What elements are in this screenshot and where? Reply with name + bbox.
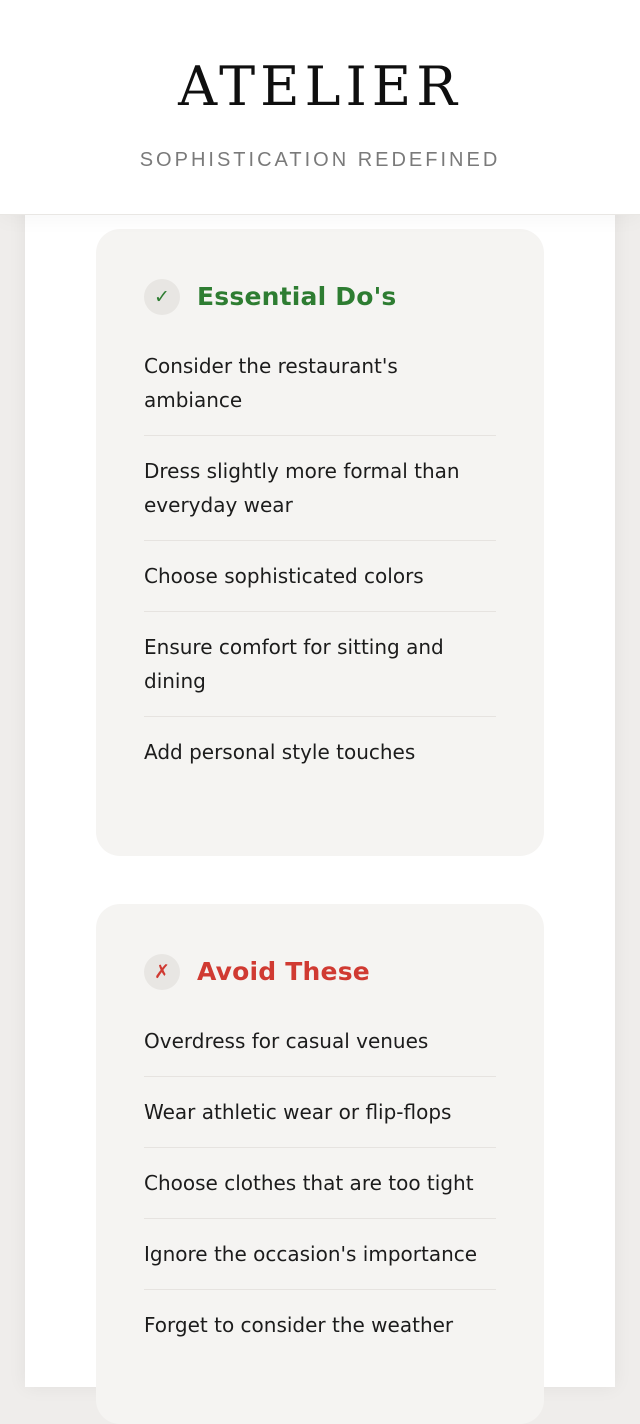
list-item: Ensure comfort for sitting and dining	[144, 612, 496, 717]
site-header: ATELIER SOPHISTICATION REDEFINED	[0, 0, 640, 215]
dos-list: Consider the restaurant's ambiance Dress…	[144, 347, 496, 787]
dos-card-header: ✓ Essential Do's	[144, 277, 496, 317]
donts-list: Overdress for casual venues Wear athleti…	[144, 1022, 496, 1360]
brand-tagline: SOPHISTICATION REDEFINED	[139, 149, 501, 171]
donts-card-title: Avoid These	[197, 957, 370, 986]
list-item: Ignore the occasion's importance	[144, 1219, 496, 1290]
list-item: Overdress for casual venues	[144, 1022, 496, 1077]
list-item: Choose clothes that are too tight	[144, 1148, 496, 1219]
list-item: Choose sophisticated colors	[144, 541, 496, 612]
cross-icon: ✗	[144, 954, 180, 990]
brand-logo[interactable]: ATELIER	[0, 52, 640, 122]
dos-card: ✓ Essential Do's Consider the restaurant…	[96, 229, 544, 856]
dos-card-title: Essential Do's	[197, 282, 397, 311]
list-item: Forget to consider the weather	[144, 1313, 454, 1337]
list-item: Add personal style touches	[144, 740, 416, 764]
list-item: Consider the restaurant's ambiance	[144, 347, 496, 436]
checkmark-icon: ✓	[144, 279, 180, 315]
list-item: Dress slightly more formal than everyday…	[144, 436, 496, 541]
donts-card: ✗ Avoid These Overdress for casual venue…	[96, 904, 544, 1424]
list-item: Wear athletic wear or flip-flops	[144, 1077, 496, 1148]
donts-card-header: ✗ Avoid These	[144, 952, 496, 992]
